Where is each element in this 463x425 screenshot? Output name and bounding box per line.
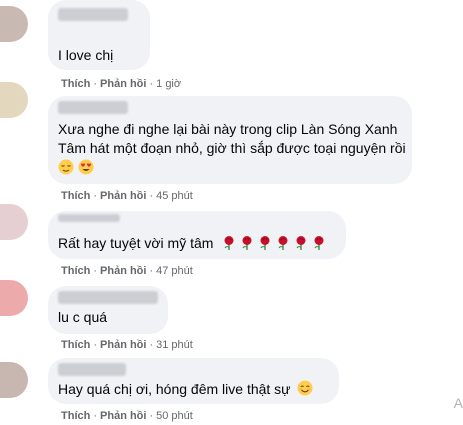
avatar[interactable] bbox=[0, 82, 28, 118]
avatar[interactable] bbox=[0, 6, 28, 42]
rose-icon bbox=[278, 236, 288, 250]
comment-actions: Thích · Phản hồi · 47 phút bbox=[61, 265, 193, 277]
comment-text: Hay quá chị ơi, hóng đêm live thật sự bbox=[58, 380, 313, 399]
author-name-redacted[interactable] bbox=[58, 101, 128, 114]
comment-text: Tâm hát một đoạn nhỏ, giờ thì sắp được t… bbox=[58, 140, 406, 156]
comment-emojis bbox=[58, 159, 94, 178]
comment-text-body: Hay quá chị ơi, hóng đêm live thật sự bbox=[58, 381, 291, 397]
comment-bubble: Xưa nghe đi nghe lại bài này trong clip … bbox=[48, 96, 412, 184]
heart-eyes-face-icon bbox=[78, 159, 94, 175]
comment-text: Rất hay tuyệt vời mỹ tâm bbox=[58, 234, 329, 253]
comment-text: Xưa nghe đi nghe lại bài này trong clip … bbox=[58, 121, 398, 137]
reply-link[interactable]: Phản hồi bbox=[100, 339, 146, 351]
comment-time[interactable]: 1 giờ bbox=[156, 78, 181, 90]
like-link[interactable]: Thích bbox=[61, 339, 90, 351]
like-link[interactable]: Thích bbox=[61, 78, 90, 90]
reply-link[interactable]: Phản hồi bbox=[100, 78, 146, 90]
author-name-redacted[interactable] bbox=[58, 214, 120, 222]
avatar[interactable] bbox=[0, 204, 28, 240]
rose-icon bbox=[242, 236, 252, 250]
comment-actions: Thích · Phản hồi · 45 phút bbox=[61, 190, 193, 202]
comment-bubble: I love chị bbox=[48, 0, 150, 70]
like-link[interactable]: Thích bbox=[61, 190, 90, 202]
comment-bubble: Rất hay tuyệt vời mỹ tâm bbox=[48, 211, 346, 259]
like-link[interactable]: Thích bbox=[61, 410, 90, 422]
comment-time[interactable]: 50 phút bbox=[156, 410, 193, 422]
avatar[interactable] bbox=[0, 280, 28, 316]
smiling-face-icon bbox=[297, 380, 313, 396]
author-name-redacted[interactable] bbox=[58, 8, 128, 21]
comment-text: I love chị bbox=[58, 47, 114, 63]
like-link[interactable]: Thích bbox=[61, 265, 90, 277]
comment-actions: Thích · Phản hồi · 50 phút bbox=[61, 410, 193, 422]
rose-icon bbox=[260, 236, 270, 250]
rose-icon bbox=[314, 236, 324, 250]
watermark-fragment: A bbox=[453, 395, 463, 411]
rose-icon bbox=[224, 236, 234, 250]
comment-actions: Thích · Phản hồi · 31 phút bbox=[61, 339, 193, 351]
comment-text-body: Rất hay tuyệt vời mỹ tâm bbox=[58, 235, 214, 251]
comment-actions: Thích · Phản hồi · 1 giờ bbox=[61, 78, 182, 90]
reply-link[interactable]: Phản hồi bbox=[100, 190, 146, 202]
comment-time[interactable]: 45 phút bbox=[156, 190, 193, 202]
comment-bubble: Hay quá chị ơi, hóng đêm live thật sự bbox=[48, 358, 339, 404]
avatar[interactable] bbox=[0, 362, 28, 398]
comment-time[interactable]: 47 phút bbox=[156, 265, 193, 277]
author-name-redacted[interactable] bbox=[58, 363, 126, 376]
author-name-redacted[interactable] bbox=[58, 291, 158, 304]
reply-link[interactable]: Phản hồi bbox=[100, 265, 146, 277]
comment-time[interactable]: 31 phút bbox=[156, 339, 193, 351]
rose-icon bbox=[296, 236, 306, 250]
rose-emojis bbox=[221, 235, 329, 251]
reply-link[interactable]: Phản hồi bbox=[100, 410, 146, 422]
relieved-face-icon bbox=[58, 159, 74, 175]
comment-text: lu c quá bbox=[58, 309, 108, 325]
comment-bubble: lu c quá bbox=[48, 286, 168, 334]
